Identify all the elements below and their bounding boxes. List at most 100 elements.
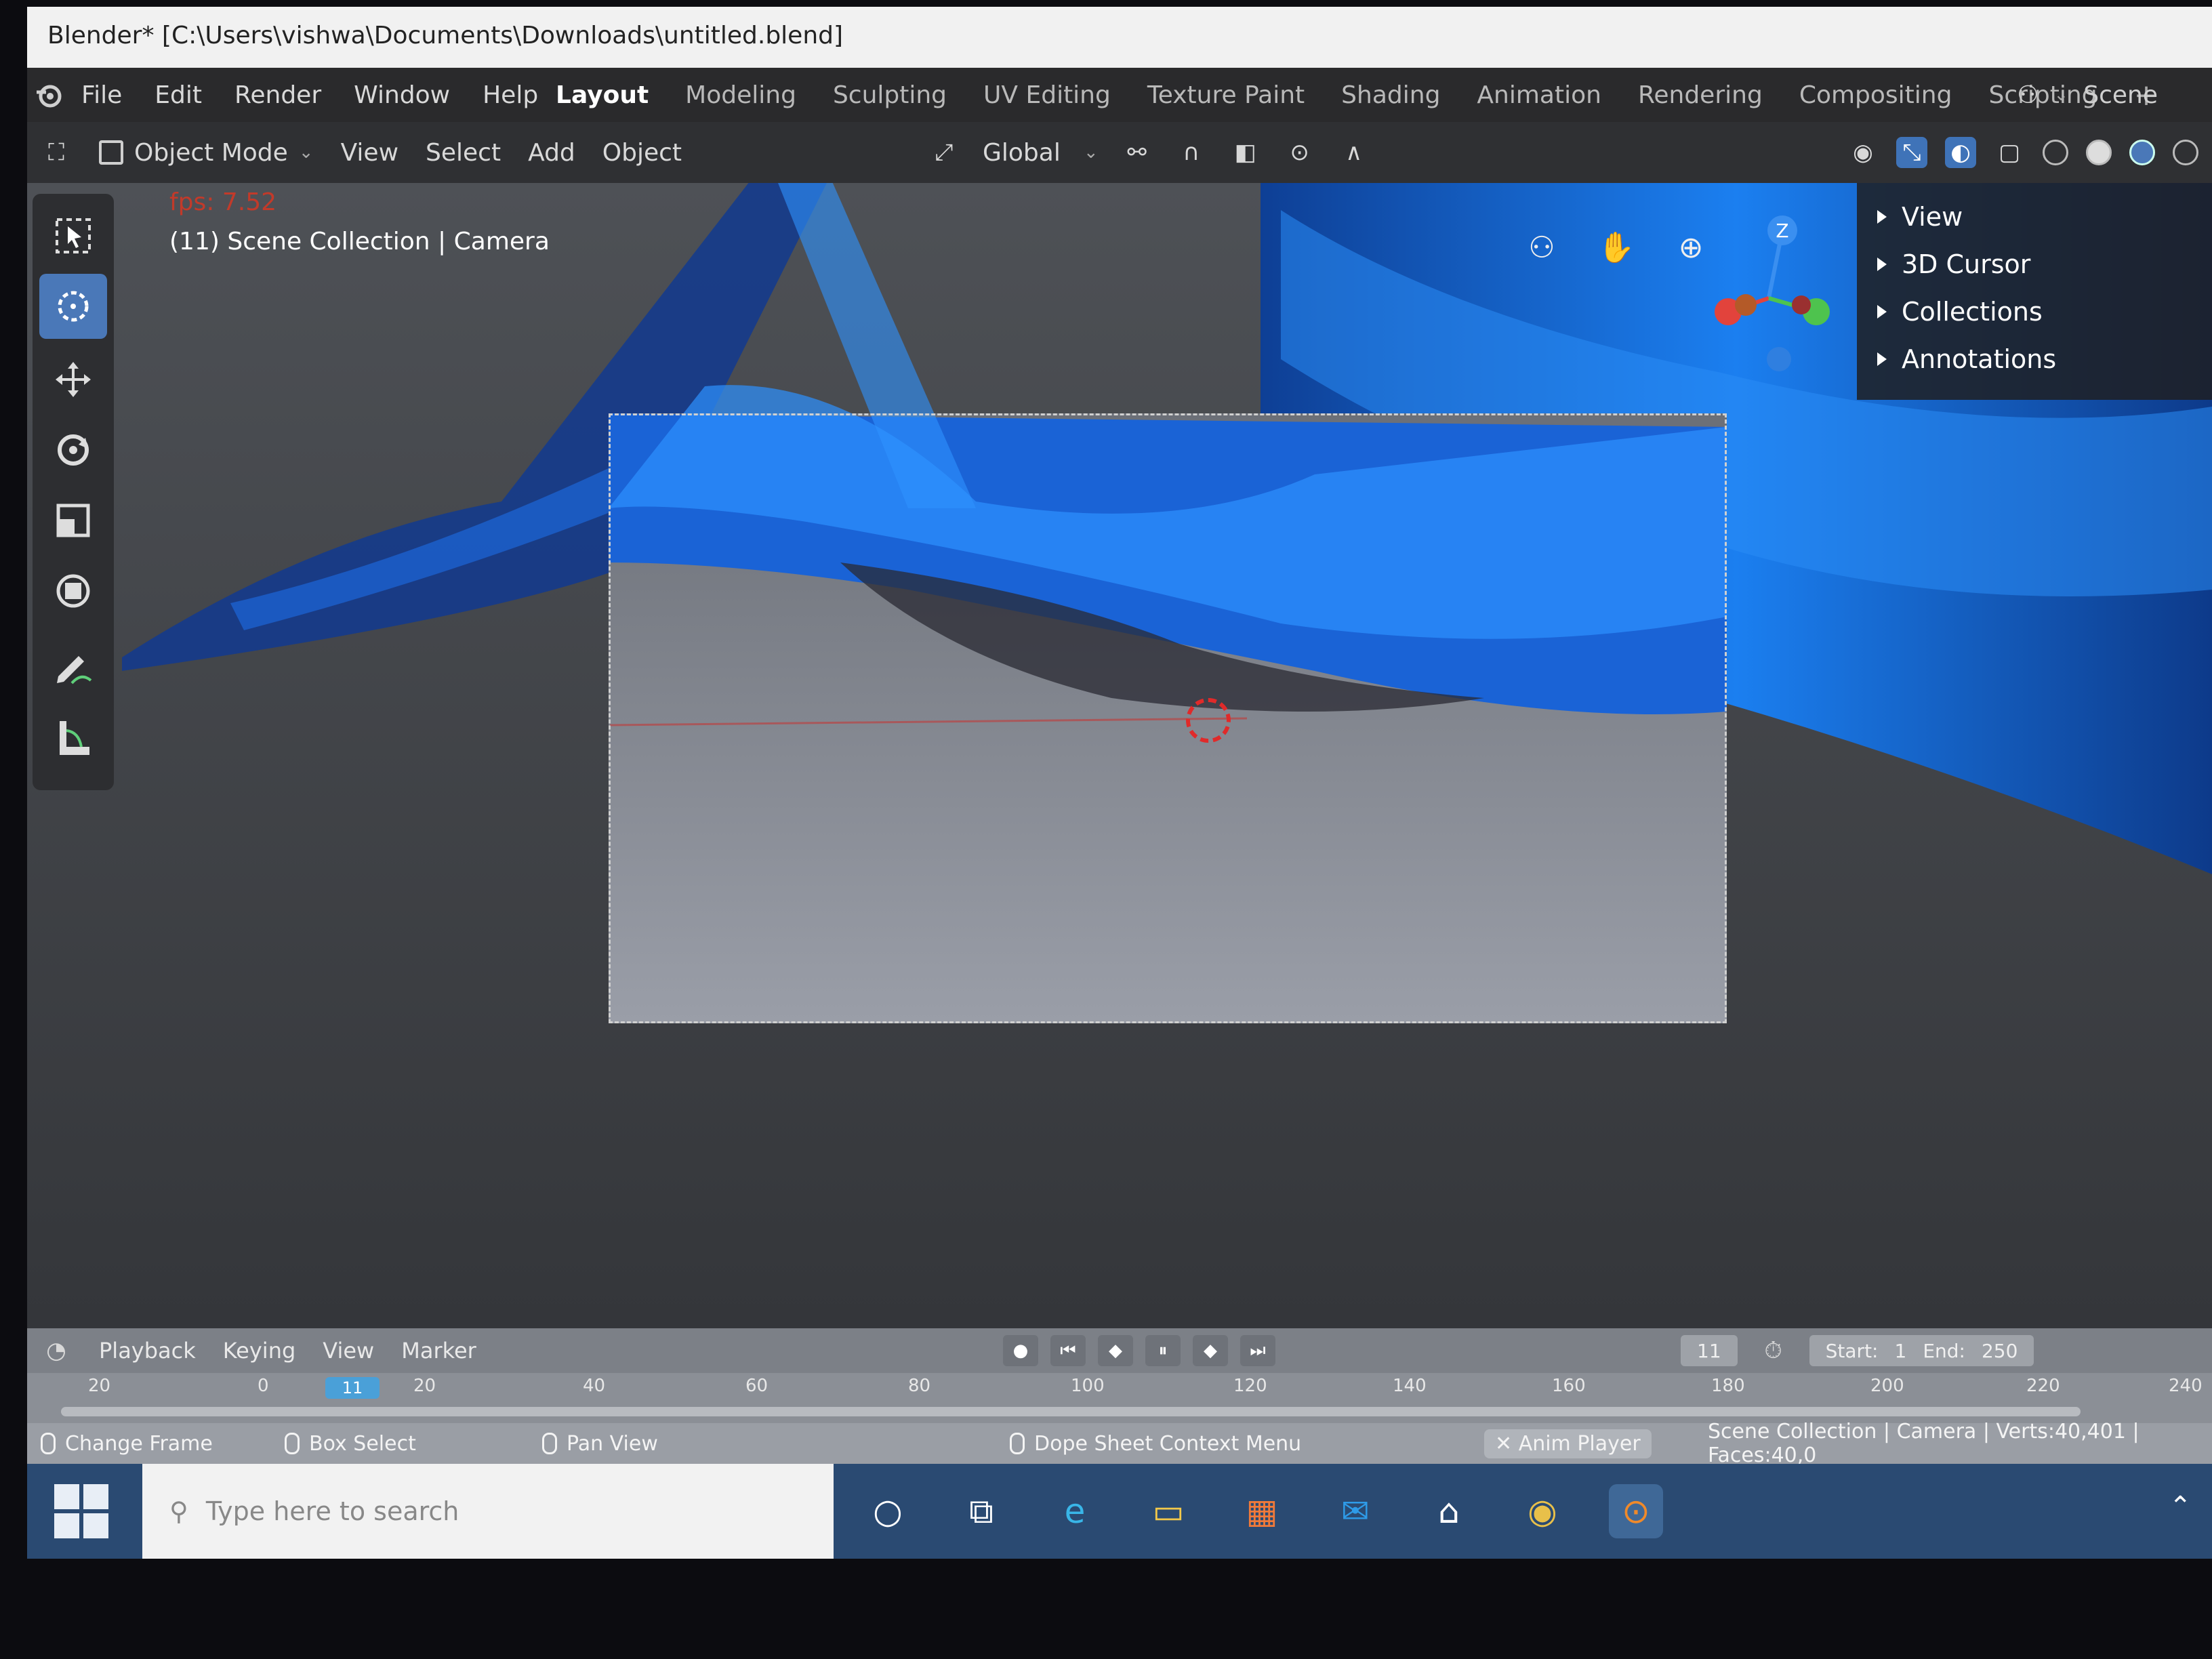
blender-logo-icon[interactable] (34, 80, 64, 110)
edge-browser-icon[interactable]: e (1048, 1484, 1102, 1538)
menu-edit[interactable]: Edit (155, 81, 202, 109)
blender-taskbar-icon[interactable]: ⊙ (1609, 1484, 1663, 1538)
menu-help[interactable]: Help (483, 81, 538, 109)
material-shading-icon[interactable] (2129, 140, 2155, 165)
chrome-icon[interactable]: ◉ (1515, 1484, 1570, 1538)
3d-viewport[interactable]: fps: 7.52 (11) Scene Collection | Camera… (27, 183, 2212, 1328)
playhead-indicator[interactable]: 11 (325, 1377, 380, 1399)
timeline-editor-type-icon[interactable]: ◔ (41, 1335, 72, 1366)
tab-shading[interactable]: Shading (1341, 81, 1440, 109)
overlay-toggle-icon[interactable]: ◐ (1945, 137, 1976, 168)
header-select-menu[interactable]: Select (426, 139, 501, 167)
editor-type-icon[interactable]: ⛶ (41, 137, 72, 168)
tick-label: 80 (908, 1376, 931, 1396)
jump-end-icon[interactable]: ⏭ (1240, 1335, 1275, 1366)
jump-start-icon[interactable]: ⏮ (1050, 1335, 1086, 1366)
anim-player-label: Anim Player (1518, 1431, 1641, 1456)
measure-tool[interactable] (39, 706, 107, 771)
proportional-edit-icon[interactable]: ⊙ (1284, 137, 1315, 168)
tab-uv-editing[interactable]: UV Editing (983, 81, 1111, 109)
menu-render[interactable]: Render (234, 81, 321, 109)
windows-start-icon[interactable] (54, 1484, 108, 1538)
menu-file[interactable]: File (81, 81, 122, 109)
xray-toggle-icon[interactable]: ▢ (1994, 137, 2025, 168)
timeline-view-menu[interactable]: View (323, 1338, 374, 1364)
transform-tool[interactable] (39, 558, 107, 623)
visibility-eye-icon[interactable]: ◉ (1847, 137, 1879, 168)
rotate-tool[interactable] (39, 417, 107, 483)
scene-icon: ⚇ (2017, 81, 2039, 109)
gizmo-toggle-icon[interactable]: ⤡ (1896, 137, 1927, 168)
pivot-point-icon[interactable]: ⚯ (1122, 137, 1153, 168)
timeline-playback-menu[interactable]: Playback (99, 1338, 196, 1364)
disclosure-triangle-icon (1877, 352, 1887, 366)
scene-selector[interactable]: ⚇ ⌄ Scene (2017, 68, 2158, 122)
orientation-label[interactable]: Global (983, 139, 1061, 167)
camera-view-icon[interactable]: ⚇ (1518, 224, 1565, 271)
transform-orientation-icon[interactable]: ⤢ (928, 137, 960, 168)
file-explorer-icon[interactable]: ▭ (1141, 1484, 1195, 1538)
snap-magnet-icon[interactable]: ∩ (1176, 137, 1207, 168)
chevron-down-icon[interactable]: ⌄ (1084, 142, 1099, 163)
tab-layout[interactable]: Layout (556, 81, 649, 109)
tick-label: 220 (2026, 1376, 2060, 1396)
task-view-icon[interactable]: ⧉ (954, 1484, 1008, 1538)
scale-tool[interactable] (39, 488, 107, 553)
record-icon[interactable]: ● (1003, 1335, 1038, 1366)
npanel-annotations-label: Annotations (1902, 344, 2057, 374)
cursor-tool[interactable] (39, 274, 107, 339)
header-view-menu[interactable]: View (341, 139, 398, 167)
solid-shading-icon[interactable] (2086, 140, 2112, 165)
npanel-3d-cursor-label: 3D Cursor (1902, 249, 2031, 279)
anim-player-pill: ✕ Anim Player (1484, 1429, 1652, 1458)
menu-window[interactable]: Window (354, 81, 450, 109)
status-box-select-label: Box Select (309, 1431, 416, 1456)
anim-player-button[interactable]: ✕ Anim Player (1484, 1423, 1652, 1464)
rendered-shading-icon[interactable] (2173, 140, 2198, 165)
object-mode-icon (99, 140, 123, 165)
tab-rendering[interactable]: Rendering (1638, 81, 1763, 109)
npanel-view[interactable]: View (1877, 202, 1963, 232)
npanel-collections-label: Collections (1902, 297, 2043, 327)
timeline-scrollbar[interactable] (61, 1407, 2081, 1416)
tab-animation[interactable]: Animation (1477, 81, 1601, 109)
mail-icon[interactable]: ✉ (1328, 1484, 1382, 1538)
axis-orientation-gizmo[interactable]: Z (1681, 210, 1857, 386)
wireframe-shading-icon[interactable] (2043, 140, 2068, 165)
tab-texture-paint[interactable]: Texture Paint (1147, 81, 1305, 109)
timeline-keying-menu[interactable]: Keying (223, 1338, 296, 1364)
app-icon[interactable]: ⌂ (1422, 1484, 1476, 1538)
status-context-menu: Dope Sheet Context Menu (1010, 1423, 1301, 1464)
prev-keyframe-icon[interactable]: ◆ (1098, 1335, 1133, 1366)
tab-sculpting[interactable]: Sculpting (833, 81, 947, 109)
current-frame-field[interactable]: 11 (1681, 1335, 1738, 1366)
pause-icon[interactable]: ⏸ (1145, 1335, 1181, 1366)
windows-taskbar: ⚲ Type here to search ○ ⧉ e ▭ ▦ ✉ ⌂ ◉ ⊙ … (27, 1464, 2212, 1559)
falloff-curve-icon[interactable]: ∧ (1338, 137, 1370, 168)
pencil-annotate-icon (57, 656, 92, 684)
stopwatch-icon[interactable]: ⏱ (1758, 1335, 1789, 1366)
tick-label: 20 (413, 1376, 436, 1396)
start-end-field[interactable]: Start: 1 End: 250 (1809, 1335, 2034, 1366)
axis-z-label: Z (1776, 220, 1788, 242)
select-box-tool[interactable] (39, 203, 107, 268)
move-tool[interactable] (39, 347, 107, 412)
mode-selector[interactable]: Object Mode ⌄ (99, 139, 314, 167)
tab-modeling[interactable]: Modeling (685, 81, 796, 109)
npanel-annotations[interactable]: Annotations (1877, 344, 2056, 374)
npanel-3d-cursor[interactable]: 3D Cursor (1877, 249, 2030, 279)
header-object-menu[interactable]: Object (602, 139, 682, 167)
npanel-collections[interactable]: Collections (1877, 297, 2043, 327)
taskbar-search-box[interactable]: ⚲ Type here to search (142, 1464, 834, 1559)
tab-compositing[interactable]: Compositing (1799, 81, 1952, 109)
microsoft-store-icon[interactable]: ▦ (1235, 1484, 1289, 1538)
timeline-ruler[interactable]: 20 0 20 40 60 80 100 120 140 160 180 200… (27, 1373, 2212, 1423)
timeline-marker-menu[interactable]: Marker (401, 1338, 476, 1364)
next-keyframe-icon[interactable]: ◆ (1193, 1335, 1228, 1366)
tray-chevron-up-icon[interactable]: ⌃ (2169, 1491, 2192, 1522)
snap-target-icon[interactable]: ◧ (1230, 137, 1261, 168)
pan-hand-icon[interactable]: ✋ (1593, 224, 1640, 271)
cortana-icon[interactable]: ○ (861, 1484, 915, 1538)
annotate-tool[interactable] (39, 634, 107, 699)
header-add-menu[interactable]: Add (528, 139, 575, 167)
